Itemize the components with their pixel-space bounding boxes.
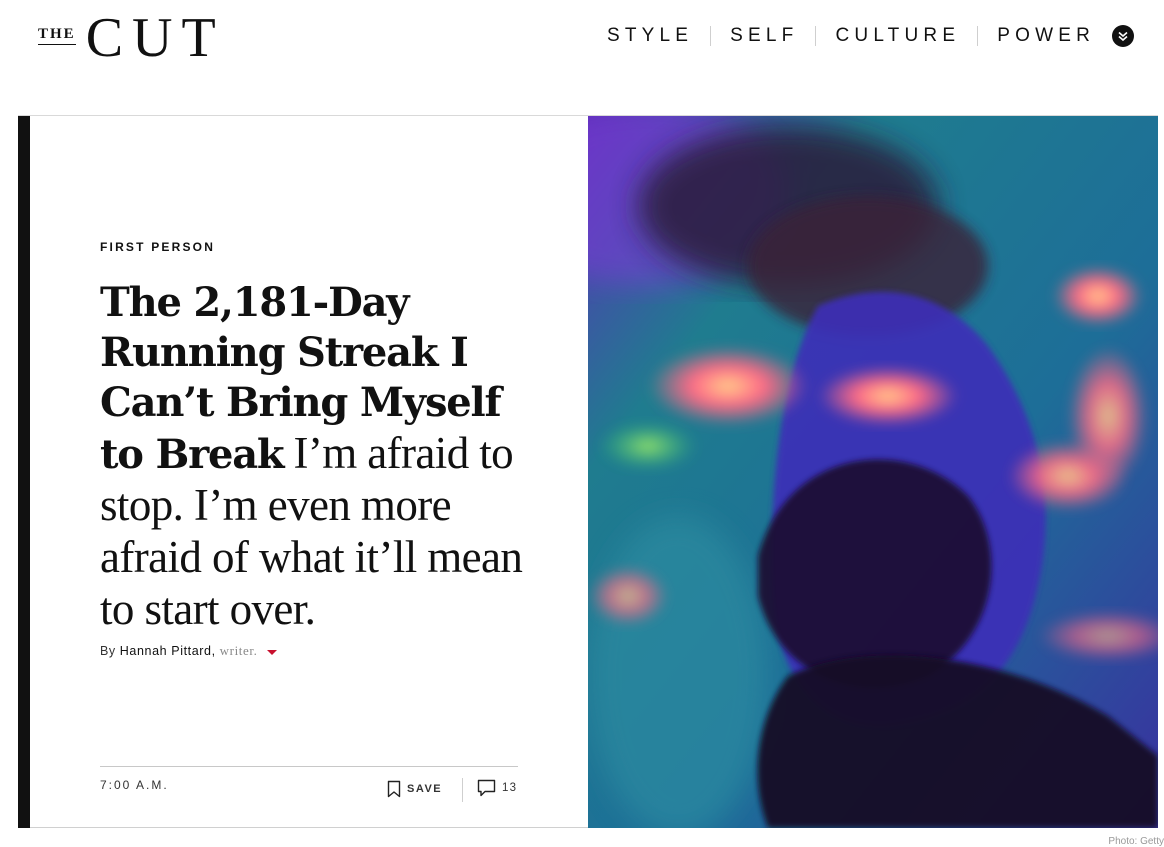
article-headline: The 2,181-Day Running Streak I Can’t Bri…	[100, 278, 530, 636]
rubric[interactable]: FIRST PERSON	[100, 240, 215, 254]
site-logo[interactable]: THE CUT	[38, 7, 225, 69]
menu-button[interactable]	[1112, 25, 1134, 47]
caret-down-icon[interactable]	[267, 649, 278, 655]
comments-button[interactable]: 13	[477, 779, 517, 797]
nav-item-style[interactable]: STYLE	[607, 25, 693, 47]
byline-prefix: By	[100, 644, 116, 658]
photo-credit: Photo: Getty	[1108, 836, 1164, 847]
comment-bubble-icon	[477, 779, 496, 797]
bookmark-icon	[387, 780, 401, 798]
nav-item-culture[interactable]: CULTURE	[835, 25, 960, 47]
save-button[interactable]: SAVE	[387, 780, 442, 798]
action-separator	[462, 778, 463, 802]
timestamp: 7:00 A.M.	[100, 778, 169, 792]
main-nav: STYLE SELF CULTURE POWER	[607, 25, 1134, 47]
runner-photo	[588, 116, 1158, 828]
byline: By Hannah Pittard, writer.	[100, 643, 278, 659]
hero-image[interactable]	[588, 116, 1158, 828]
comment-count: 13	[502, 782, 518, 794]
headline-card: FIRST PERSON The 2,181-Day Running Strea…	[30, 116, 588, 828]
nav-separator	[977, 26, 979, 46]
author-link[interactable]: Hannah Pittard,	[120, 644, 216, 658]
lede-hero: FIRST PERSON The 2,181-Day Running Strea…	[18, 115, 1158, 828]
divider	[100, 766, 518, 767]
logo-cut: CUT	[85, 7, 225, 69]
chevron-down-double-icon	[1118, 31, 1128, 42]
nav-item-self[interactable]: SELF	[730, 25, 798, 47]
logo-the: THE	[38, 27, 76, 45]
nav-item-power[interactable]: POWER	[997, 25, 1095, 47]
hero-accent-bar	[18, 116, 30, 828]
nav-separator	[710, 26, 712, 46]
save-label: SAVE	[407, 783, 443, 795]
author-role: writer.	[219, 643, 258, 658]
nav-separator	[815, 26, 817, 46]
